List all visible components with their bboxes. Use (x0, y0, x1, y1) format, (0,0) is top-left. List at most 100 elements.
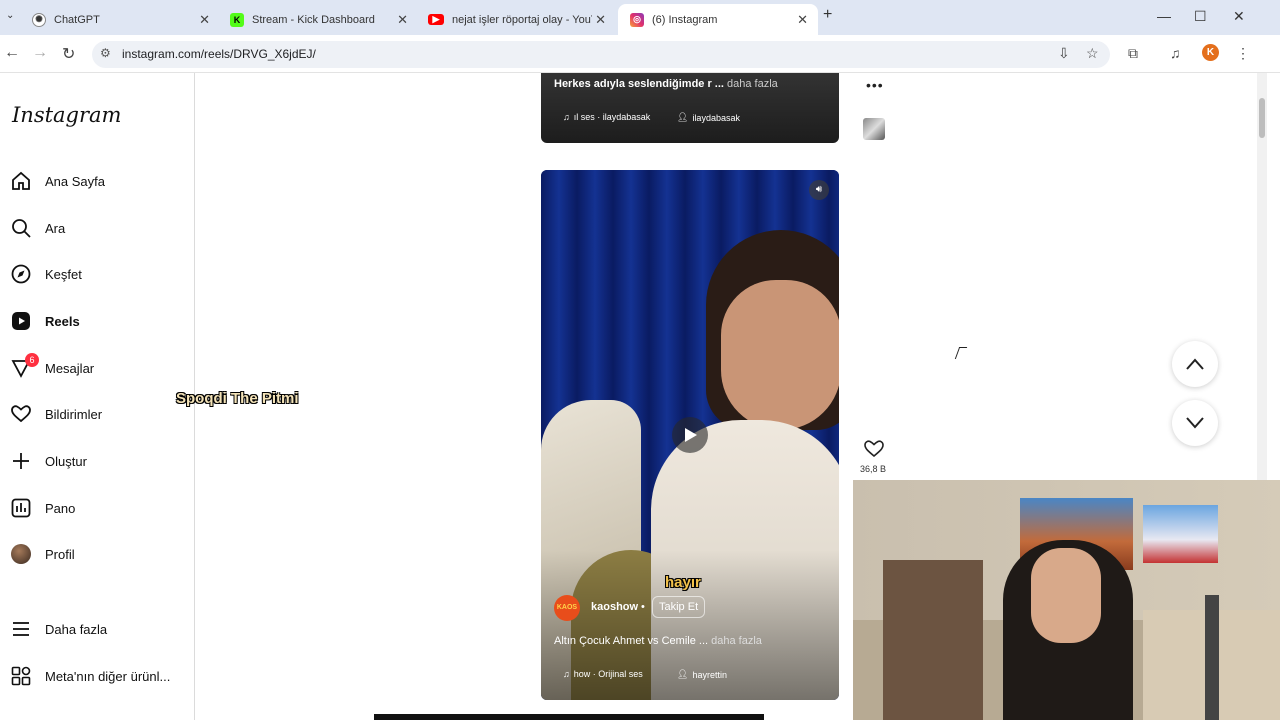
tab-title: Stream - Kick Dashboard (252, 13, 375, 26)
chevron-down-icon (1186, 417, 1204, 429)
forward-icon[interactable]: → (32, 44, 48, 62)
site-info-icon[interactable]: ⚙ (100, 46, 111, 60)
sound-icon[interactable]: 🔊︎ (809, 180, 829, 200)
webcam-dresser (883, 560, 983, 720)
webcam-poster-right (1143, 505, 1218, 563)
like-button[interactable] (864, 439, 884, 464)
reel-tagged-user[interactable]: 👤︎ ilaydabasak (677, 112, 740, 123)
sidebar-item-notifications[interactable]: Bildirimler (10, 398, 185, 430)
mouse-cursor (954, 347, 968, 359)
account-avatar[interactable]: KAOS (554, 595, 580, 621)
sidebar-item-explore[interactable]: Keşfet (10, 258, 185, 290)
sidebar-item-label: Pano (45, 500, 76, 516)
url-text[interactable]: instagram.com/reels/DRVG_X6jdEJ/ (122, 47, 316, 61)
sidebar-item-label: Profil (45, 546, 75, 562)
more-link[interactable]: daha fazla (711, 635, 762, 647)
tab-kick[interactable]: K Stream - Kick Dashboard ✕ (218, 4, 418, 35)
sidebar-item-reels[interactable]: Reels (10, 305, 185, 337)
youtube-icon: ▶ (428, 14, 444, 25)
close-icon[interactable]: ✕ (595, 12, 606, 28)
sidebar-item-home[interactable]: Ana Sayfa (10, 165, 185, 197)
bookmark-star-icon[interactable]: ☆ (1086, 45, 1099, 62)
current-reel[interactable]: 🔊︎ hayır KAOS kaoshow • Takip Et Altın Ç… (541, 170, 839, 700)
window-close-icon[interactable]: ✕ (1233, 8, 1245, 25)
music-note-icon: ♫ (563, 112, 570, 122)
minimize-icon[interactable]: — (1157, 8, 1171, 24)
close-icon[interactable]: ✕ (797, 12, 808, 28)
plus-icon (10, 450, 32, 472)
tab-chatgpt[interactable]: ✺ ChatGPT ✕ (20, 4, 220, 35)
extensions-icon[interactable]: ⧉ (1128, 45, 1138, 62)
browser-toolbar: ← → ↻ ⚙ instagram.com/reels/DRVG_X6jdEJ/… (0, 35, 1280, 73)
video-caption: hayır (665, 574, 701, 591)
description-text: Herkes adıyla seslendiğimde r ... (554, 78, 724, 90)
heart-icon (864, 440, 884, 458)
tab-strip: ⌄ ✺ ChatGPT ✕ K Stream - Kick Dashboard … (0, 0, 1280, 35)
sidebar-item-label: Oluştur (45, 453, 87, 469)
audio-text: how · Orijinal ses (573, 669, 643, 679)
dashboard-icon (10, 497, 32, 519)
notification-badge: 6 (25, 353, 39, 367)
reel-figure-face (721, 280, 839, 430)
chatgpt-icon: ✺ (32, 12, 46, 27)
play-button[interactable] (672, 417, 708, 453)
close-icon[interactable]: ✕ (199, 12, 210, 28)
more-link[interactable]: daha fazla (727, 78, 778, 90)
messenger-icon: 6 (10, 353, 39, 379)
tab-search-icon[interactable]: ⌄ (6, 10, 14, 21)
home-icon (10, 170, 32, 192)
separator-dot: • (641, 601, 645, 613)
search-icon (10, 217, 32, 239)
reels-icon (10, 310, 32, 332)
more-options-icon[interactable]: ••• (866, 77, 884, 93)
sidebar-item-label: Keşfet (45, 266, 82, 282)
media-control-icon[interactable]: ♫ (1170, 45, 1181, 61)
tab-youtube[interactable]: ▶ nejat işler röportaj olay - YouTu ✕ (416, 4, 616, 35)
sidebar-item-messages[interactable]: 6 Mesajlar (10, 352, 185, 384)
audio-thumbnail[interactable] (863, 118, 885, 140)
reel-description: Altın Çocuk Ahmet vs Cemile ... daha faz… (554, 635, 762, 647)
reel-audio[interactable]: ♫ how · Orijinal ses (563, 669, 643, 679)
reel-audio[interactable]: ♫ ıl ses · ilaydabasak (563, 112, 650, 122)
sidebar-item-profile[interactable]: Profil (10, 538, 185, 570)
description-text: Altın Çocuk Ahmet vs Cemile ... (554, 635, 709, 647)
instagram-logo[interactable]: Instagram (12, 103, 121, 127)
profile-avatar[interactable]: K (1202, 44, 1219, 61)
reload-icon[interactable]: ↻ (62, 44, 75, 64)
menu-dots-icon[interactable]: ⋮ (1236, 45, 1250, 62)
instagram-icon: ◎ (630, 12, 644, 27)
close-icon[interactable]: ✕ (397, 12, 408, 28)
scrollbar-thumb[interactable] (1259, 98, 1265, 138)
chevron-up-icon (1186, 358, 1204, 370)
sidebar-item-dashboard[interactable]: Pano (10, 492, 185, 524)
previous-reel-button[interactable] (1172, 341, 1218, 387)
sidebar-item-label: Bildirimler (45, 406, 103, 422)
tab-title: nejat işler röportaj olay - YouTu (452, 13, 592, 26)
compass-icon (10, 263, 32, 285)
sidebar-item-search[interactable]: Ara (10, 212, 185, 244)
previous-reel[interactable]: Herkes adıyla seslendiğimde r ... daha f… (541, 73, 839, 143)
new-tab-icon[interactable]: + (823, 6, 832, 24)
maximize-icon[interactable]: ☐ (1194, 8, 1207, 25)
meta-apps-icon (10, 665, 32, 687)
account-username[interactable]: kaoshow (591, 601, 638, 613)
browser-window: ⌄ ✺ ChatGPT ✕ K Stream - Kick Dashboard … (0, 0, 1280, 720)
tagged-text: ilaydabasak (692, 112, 740, 123)
sidebar-item-label: Daha fazla (45, 621, 108, 637)
back-icon[interactable]: ← (4, 44, 20, 62)
person-icon: 👤︎ (677, 669, 689, 679)
install-icon[interactable]: ⇩ (1058, 45, 1070, 62)
audio-text: ıl ses · ilaydabasak (573, 112, 651, 122)
follow-button[interactable]: Takip Et (652, 596, 706, 618)
sidebar-item-more[interactable]: Daha fazla (10, 613, 185, 645)
kick-icon: K (230, 12, 244, 27)
taskbar-strip (374, 714, 764, 720)
sidebar-item-create[interactable]: Oluştur (10, 445, 185, 477)
next-reel-button[interactable] (1172, 400, 1218, 446)
webcam-chair (1205, 595, 1219, 720)
sidebar-item-meta-apps[interactable]: Meta'nın diğer ürünl... (10, 660, 185, 692)
tab-instagram[interactable]: ◎ (6) Instagram ✕ (618, 4, 818, 35)
tagged-text: hayrettin (692, 669, 727, 680)
reel-tagged-user[interactable]: 👤︎ hayrettin (677, 669, 727, 680)
address-bar[interactable]: ⚙ instagram.com/reels/DRVG_X6jdEJ/ (92, 41, 1110, 68)
